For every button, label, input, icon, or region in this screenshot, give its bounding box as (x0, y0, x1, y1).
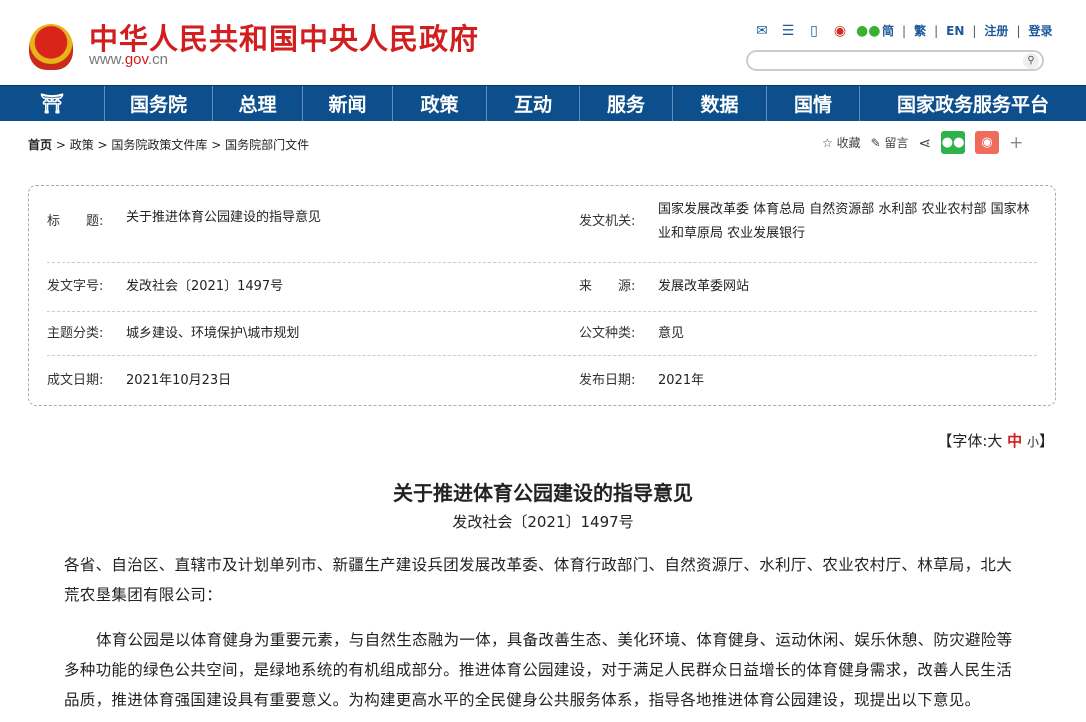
date-label: 成文日期: (47, 369, 126, 393)
link-traditional[interactable]: 繁 (914, 22, 926, 39)
weibo-share-icon[interactable]: ◉ (975, 131, 999, 154)
date-value: 2021年10月23日 (126, 369, 542, 393)
source-value: 发展改革委网站 (658, 275, 1037, 299)
comment-button[interactable]: ✎ 留言 (871, 134, 909, 151)
source-label: 来 源: (579, 275, 658, 299)
wechat-icon[interactable]: ●● (856, 23, 876, 39)
url-prefix: www. (89, 51, 125, 68)
type-label: 公文种类: (579, 322, 658, 346)
font-medium[interactable]: 中 (1007, 432, 1022, 450)
more-share-button[interactable]: + (1009, 133, 1023, 153)
site-url: www.gov.cn (89, 51, 168, 68)
share-icon[interactable]: ⋖ (919, 134, 932, 152)
pencil-icon: ✎ (871, 136, 881, 150)
title-value: 关于推进体育公园建设的指导意见 (126, 210, 542, 262)
nav-item[interactable]: 总理 (213, 86, 303, 121)
nav-item[interactable]: 国情 (767, 86, 860, 121)
pub-label: 发布日期: (579, 369, 658, 393)
search-icon[interactable]: ⚲ (1023, 53, 1039, 69)
addressee-paragraph: 各省、自治区、直辖市及计划单列市、新疆生产建设兵团发展改革委、体育行政部门、自然… (64, 550, 1024, 610)
nav-item[interactable]: 政策 (393, 86, 487, 121)
info-row: 成文日期:2021年10月23日 发布日期:2021年 (47, 356, 1037, 406)
title-label: 标 题: (47, 210, 126, 262)
info-row: 标 题:关于推进体育公园建设的指导意见 发文机关:国家发展改革委 体育总局 自然… (47, 198, 1037, 263)
nav-item[interactable]: 数据 (673, 86, 767, 121)
share-actions: ☆ 收藏 ✎ 留言 ⋖ ●● ◉ + (822, 131, 1023, 154)
info-row: 发文字号:发改社会〔2021〕1497号 来 源:发展改革委网站 (47, 263, 1037, 312)
type-value: 意见 (658, 322, 1037, 346)
font-small[interactable]: 小 (1027, 435, 1039, 449)
topic-label: 主题分类: (47, 322, 126, 346)
nav-item[interactable]: 服务 (580, 86, 673, 121)
top-tools: ✉ ☰ ▯ ◉ ●● 简| 繁| EN| 注册| 登录 (752, 22, 1053, 39)
wechat-share-icon[interactable]: ●● (941, 131, 965, 154)
font-size-label: 【字体: (937, 432, 987, 450)
link-register[interactable]: 注册 (984, 22, 1008, 39)
crumb-policy[interactable]: 政策 (70, 138, 94, 152)
document-title: 关于推进体育公园建设的指导意见 (0, 477, 1086, 506)
docno-value: 发改社会〔2021〕1497号 (126, 275, 542, 299)
favorite-label: 收藏 (837, 136, 861, 150)
favorite-button[interactable]: ☆ 收藏 (822, 134, 861, 151)
link-english[interactable]: EN (946, 24, 964, 38)
document-info-box: 标 题:关于推进体育公园建设的指导意见 发文机关:国家发展改革委 体育总局 自然… (28, 185, 1056, 406)
document-number: 发改社会〔2021〕1497号 (0, 511, 1086, 532)
breadcrumb: 首页 > 政策 > 国务院政策文件库 > 国务院部门文件 (28, 136, 309, 153)
link-login[interactable]: 登录 (1028, 22, 1052, 39)
nav-item[interactable]: 国家政务服务平台 (860, 86, 1086, 121)
url-suffix: .cn (148, 51, 168, 68)
body-paragraph: 体育公园是以体育健身为重要元素，与自然生态融为一体，具备改善生态、美化环境、体育… (64, 625, 1024, 715)
issuer-label: 发文机关: (579, 198, 658, 262)
font-large[interactable]: 大 (987, 432, 1002, 450)
crumb-home[interactable]: 首页 (28, 138, 52, 152)
crumb-library[interactable]: 国务院政策文件库 (111, 138, 207, 152)
font-size-selector: 【字体:大 中 小】 (937, 430, 1054, 451)
star-icon: ☆ (822, 136, 833, 150)
crumb-dept[interactable]: 国务院部门文件 (225, 138, 309, 152)
nav-item[interactable]: 互动 (487, 86, 580, 121)
main-nav: ⛩ 国务院 总理 新闻 政策 互动 服务 数据 国情 国家政务服务平台 (0, 85, 1086, 121)
search-input[interactable]: ⚲ (746, 50, 1044, 71)
info-row: 主题分类:城乡建设、环境保护\城市规划 公文种类:意见 (47, 312, 1037, 356)
docno-label: 发文字号: (47, 275, 126, 299)
nav-item[interactable]: 国务院 (105, 86, 213, 121)
message-icon[interactable]: ☰ (778, 23, 798, 39)
nav-home-icon[interactable]: ⛩ (0, 86, 105, 121)
comment-label: 留言 (885, 136, 909, 150)
weibo-icon[interactable]: ◉ (830, 23, 850, 39)
nav-item[interactable]: 新闻 (303, 86, 393, 121)
mobile-icon[interactable]: ▯ (804, 23, 824, 39)
topic-value: 城乡建设、环境保护\城市规划 (126, 322, 542, 346)
url-mid: gov (125, 51, 148, 68)
mail-icon[interactable]: ✉ (752, 23, 772, 39)
national-emblem-logo[interactable] (29, 24, 73, 70)
pub-value: 2021年 (658, 369, 1037, 393)
link-simplified[interactable]: 简 (882, 22, 894, 39)
font-size-bracket: 】 (1039, 432, 1054, 450)
issuer-value: 国家发展改革委 体育总局 自然资源部 水利部 农业农村部 国家林业和草原局 农业… (658, 198, 1037, 262)
